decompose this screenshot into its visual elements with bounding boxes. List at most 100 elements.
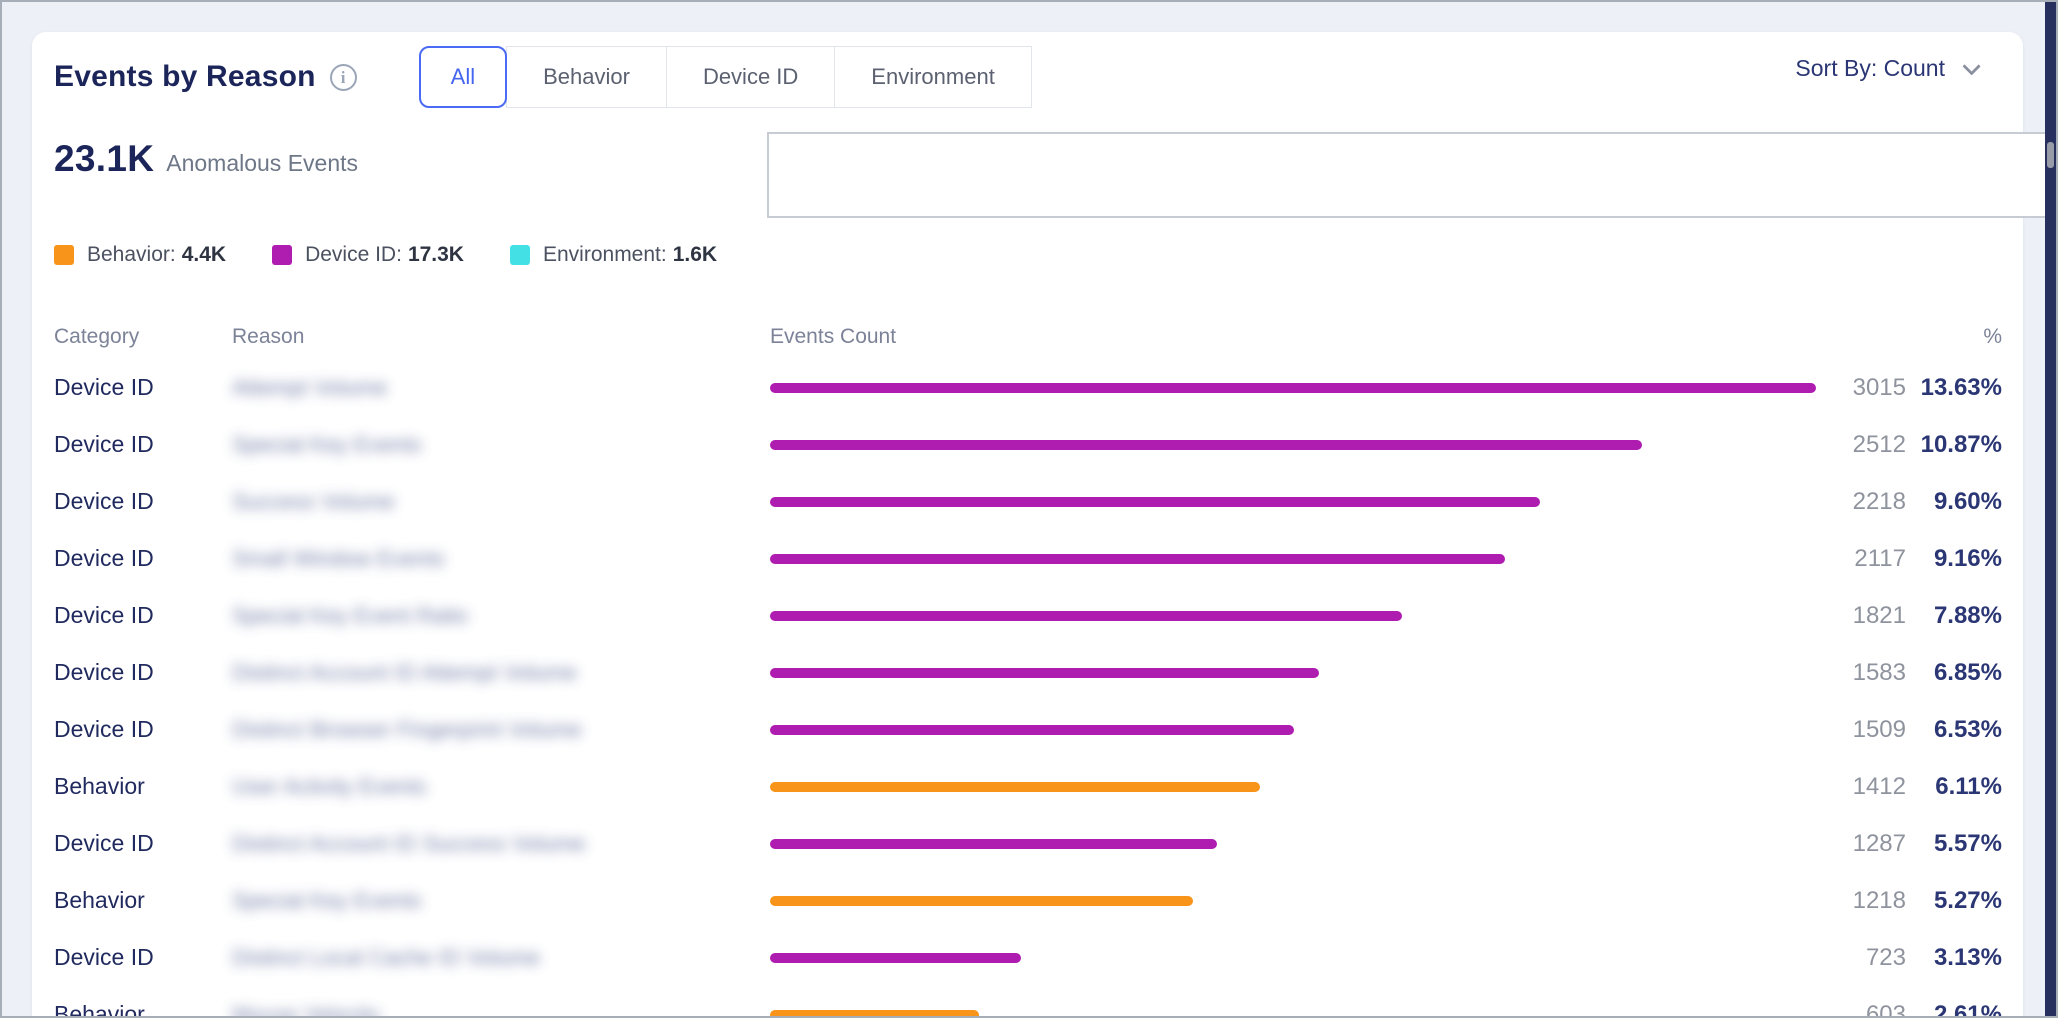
category-tabs: AllBehaviorDevice IDEnvironment (419, 46, 1032, 108)
legend-swatch-icon (272, 245, 292, 265)
table-row: Device IDSpecial Key Event Ratio 18217.88… (54, 587, 2002, 644)
event-count-bar[interactable] (770, 383, 1816, 393)
sort-by-dropdown[interactable]: Sort By: Count (1795, 46, 1976, 90)
percent-cell: 6.11% (1906, 773, 2002, 801)
reason-cell-blurred[interactable]: User Activity Events (232, 774, 770, 800)
bar-cell (770, 440, 1826, 450)
chevron-down-icon (1962, 57, 1980, 75)
event-count-bar[interactable] (770, 554, 1505, 564)
event-count-bar[interactable] (770, 782, 1260, 792)
count-cell: 1509 (1826, 716, 1906, 744)
bar-cell (770, 953, 1826, 963)
count-cell: 603 (1826, 1001, 1906, 1018)
legend-name: Behavior: (87, 243, 176, 267)
card-header: Events by Reason i AllBehaviorDevice IDE… (54, 46, 2002, 108)
event-count-bar[interactable] (770, 953, 1021, 963)
category-cell: Device ID (54, 602, 232, 629)
reason-cell-blurred[interactable]: Distinct Account ID Success Volume (232, 831, 770, 857)
tab-behavior[interactable]: Behavior (506, 46, 667, 108)
table-row: Device IDSpecial Key Events251210.87% (54, 416, 2002, 473)
summary-value: 23.1K (54, 138, 154, 180)
bar-cell (770, 839, 1826, 849)
category-cell: Behavior (54, 1001, 232, 1018)
bar-cell (770, 668, 1826, 678)
bar-cell (770, 725, 1826, 735)
table-row: Device IDDistinct Local Cache ID Volume7… (54, 929, 2002, 986)
count-cell: 1412 (1826, 773, 1906, 801)
percent-cell: 6.85% (1906, 659, 2002, 687)
event-count-bar[interactable] (770, 839, 1217, 849)
category-cell: Behavior (54, 773, 232, 800)
legend-swatch-icon (510, 245, 530, 265)
count-cell: 3015 (1826, 374, 1906, 402)
count-cell: 1821 (1826, 602, 1906, 630)
table-row: BehaviorSpecial Key Events12185.27% (54, 872, 2002, 929)
category-cell: Behavior (54, 887, 232, 914)
table-row: Device IDDistinct Browser Fingerprint Vo… (54, 701, 2002, 758)
percent-cell: 5.57% (1906, 830, 2002, 858)
category-cell: Device ID (54, 716, 232, 743)
legend-value: 1.6K (673, 243, 717, 267)
percent-cell: 5.27% (1906, 887, 2002, 915)
column-header-category: Category (54, 325, 232, 349)
empty-dropdown-panel[interactable] (767, 132, 2049, 218)
count-cell: 723 (1826, 944, 1906, 972)
reason-cell-blurred[interactable]: Success Volume (232, 489, 770, 515)
legend-value: 17.3K (408, 243, 464, 267)
event-count-bar[interactable] (770, 725, 1294, 735)
event-count-bar[interactable] (770, 440, 1642, 450)
reason-table-body: Device IDAttempt Volume301513.63%Device … (54, 359, 2002, 1018)
category-cell: Device ID (54, 488, 232, 515)
legend-item-behavior: Behavior:4.4K (54, 243, 226, 267)
legend-name: Environment: (543, 243, 667, 267)
table-row: Device IDSuccess Volume22189.60% (54, 473, 2002, 530)
event-count-bar[interactable] (770, 1010, 979, 1018)
percent-cell: 10.87% (1906, 431, 2002, 459)
column-header-reason: Reason (232, 325, 770, 349)
event-count-bar[interactable] (770, 896, 1193, 906)
reason-cell-blurred[interactable]: Distinct Browser Fingerprint Volume (232, 717, 770, 743)
bar-cell (770, 554, 1826, 564)
percent-cell: 7.88% (1906, 602, 2002, 630)
count-cell: 2512 (1826, 431, 1906, 459)
event-count-bar[interactable] (770, 497, 1540, 507)
percent-cell: 2.61% (1906, 1001, 2002, 1018)
reason-cell-blurred[interactable]: Distinct Local Cache ID Volume (232, 945, 770, 971)
table-header: Category Reason Events Count % (54, 323, 2002, 351)
events-by-reason-panel: Events by Reason i AllBehaviorDevice IDE… (0, 0, 2058, 1018)
reason-cell-blurred[interactable]: Distinct Account ID Attempt Volume (232, 660, 770, 686)
count-cell: 2218 (1826, 488, 1906, 516)
legend-item-environment: Environment:1.6K (510, 243, 717, 267)
page-title: Events by Reason (54, 60, 316, 94)
event-count-bar[interactable] (770, 668, 1319, 678)
category-cell: Device ID (54, 659, 232, 686)
tab-all[interactable]: All (419, 46, 507, 108)
reason-cell-blurred[interactable]: Mouse Velocity (232, 1002, 770, 1018)
events-by-reason-card: Events by Reason i AllBehaviorDevice IDE… (32, 32, 2023, 1018)
bar-cell (770, 782, 1826, 792)
count-cell: 1583 (1826, 659, 1906, 687)
table-row: Device IDDistinct Account ID Attempt Vol… (54, 644, 2002, 701)
scrollbar-track[interactable] (2045, 2, 2056, 1016)
summary-label: Anomalous Events (166, 150, 358, 177)
reason-cell-blurred[interactable]: Special Key Events (232, 432, 770, 458)
bar-cell (770, 497, 1826, 507)
table-row: Device IDDistinct Account ID Success Vol… (54, 815, 2002, 872)
reason-cell-blurred[interactable]: Small Window Events (232, 546, 770, 572)
reason-cell-blurred[interactable]: Attempt Volume (232, 375, 770, 401)
event-count-bar[interactable] (770, 611, 1402, 621)
table-row: BehaviorUser Activity Events 14126.11% (54, 758, 2002, 815)
count-cell: 1287 (1826, 830, 1906, 858)
reason-cell-blurred[interactable]: Special Key Events (232, 888, 770, 914)
tab-device-id[interactable]: Device ID (666, 46, 835, 108)
legend-item-device-id: Device ID:17.3K (272, 243, 464, 267)
scrollbar-thumb[interactable] (2047, 142, 2054, 168)
percent-cell: 6.53% (1906, 716, 2002, 744)
reason-cell-blurred[interactable]: Special Key Event Ratio (232, 603, 770, 629)
percent-cell: 3.13% (1906, 944, 2002, 972)
tab-environment[interactable]: Environment (834, 46, 1032, 108)
sort-by-label: Sort By: Count (1795, 55, 1945, 82)
category-cell: Device ID (54, 374, 232, 401)
category-cell: Device ID (54, 545, 232, 572)
info-icon[interactable]: i (330, 64, 357, 91)
